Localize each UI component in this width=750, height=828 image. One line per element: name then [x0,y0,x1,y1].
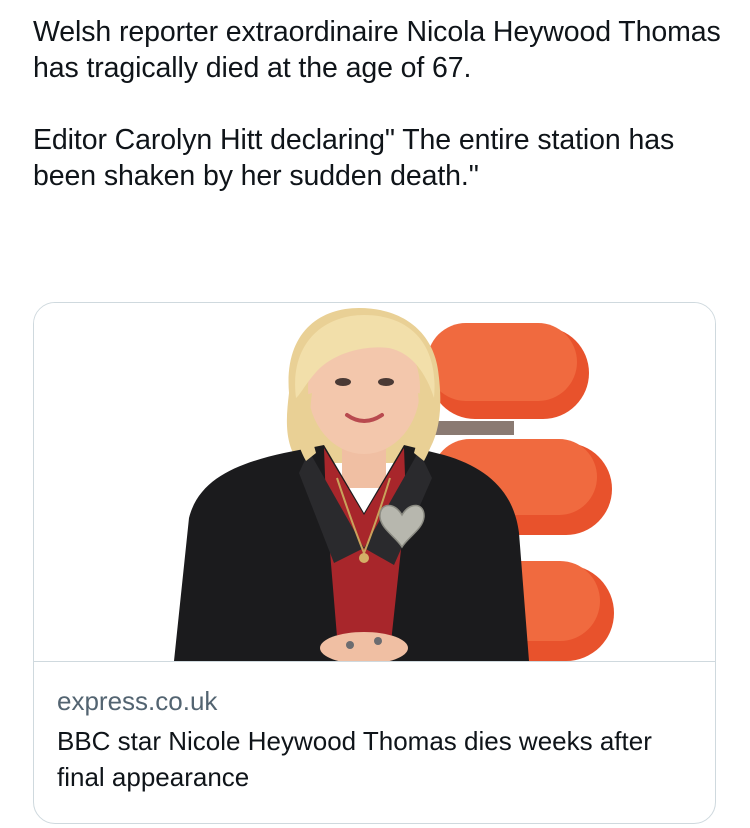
card-image[interactable] [34,303,715,662]
tweet-text: Welsh reporter extraordinaire Nicola Hey… [33,14,723,194]
tweet-paragraph-2: Editor Carolyn Hitt declaring" The entir… [33,124,675,192]
tweet-paragraph-1: Welsh reporter extraordinaire Nicola Hey… [33,16,721,84]
card-meta: express.co.uk BBC star Nicole Heywood Th… [57,684,695,795]
portrait-illustration [174,308,614,661]
card-title[interactable]: BBC star Nicole Heywood Thomas dies week… [57,723,695,795]
card-domain: express.co.uk [57,686,218,716]
link-preview-card[interactable]: express.co.uk BBC star Nicole Heywood Th… [33,302,716,824]
